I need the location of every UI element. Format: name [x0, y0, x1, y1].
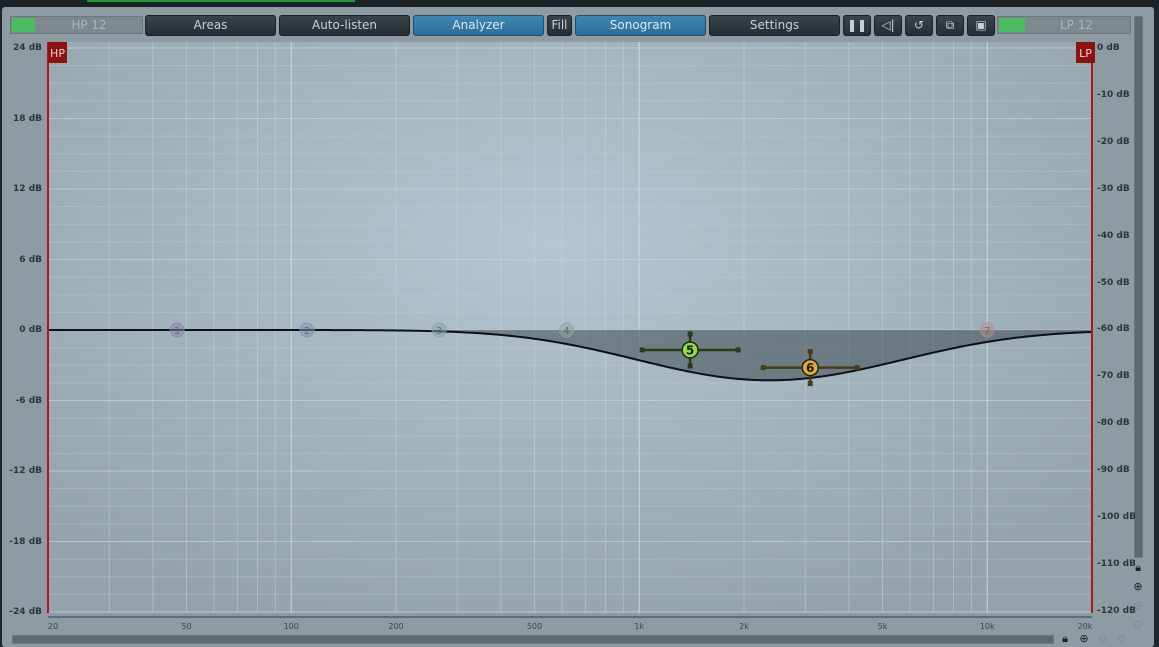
node-handle-cap: [807, 349, 813, 355]
gain-label: 18 dB: [13, 113, 42, 124]
node-handle-cap: [854, 365, 860, 371]
freq-label: 2k: [739, 622, 749, 631]
level-label: -20 dB: [1097, 136, 1130, 147]
gain-label: 12 dB: [13, 184, 42, 194]
level-label: -80 dB: [1097, 418, 1130, 429]
node-handle-cap: [807, 381, 813, 387]
gain-label: -12 dB: [9, 466, 42, 476]
lp-marker-label: LP: [1079, 47, 1092, 60]
level-label: -120 dB: [1097, 605, 1136, 616]
freq-label: 50: [181, 622, 191, 631]
zoom-reset-icon[interactable]: ⊙: [1131, 618, 1145, 631]
band-node-label: 7: [984, 326, 990, 337]
level-label: 0 dB: [1097, 43, 1120, 53]
level-label: -110 dB: [1097, 558, 1136, 569]
level-label: -50 dB: [1097, 277, 1130, 288]
zoom-in-icon[interactable]: ⊕: [1131, 580, 1145, 593]
eq-graph[interactable]: HP LP 20 50 100 200 500 1k 2k 5k 10k 20k 1 2 3 4 5 6 7: [0, 0, 1159, 647]
zoom-in-icon-h[interactable]: ⊕: [1077, 632, 1091, 645]
freq-label: 1k: [634, 622, 644, 631]
level-label: -90 dB: [1097, 465, 1130, 476]
gain-label: 6 dB: [19, 254, 42, 265]
band-node-label: 4: [563, 326, 569, 337]
freq-label: 200: [388, 622, 403, 631]
node-handle-cap: [760, 365, 766, 371]
vertical-scrollbar[interactable]: [1134, 16, 1143, 558]
freq-label: 500: [527, 622, 542, 631]
level-label: -70 dB: [1097, 371, 1130, 382]
hp-marker-label: HP: [50, 47, 65, 60]
node-handle-cap: [735, 347, 741, 353]
gain-label: -6 dB: [15, 395, 42, 406]
band-node-label: 1: [174, 326, 180, 337]
band-node-label: 3: [436, 326, 442, 337]
lock-icon-h[interactable]: 🔒︎: [1058, 632, 1072, 646]
gain-label: 0 dB: [19, 325, 42, 335]
node-handle-cap: [639, 347, 645, 353]
gain-label: 24 dB: [13, 43, 42, 53]
freq-label: 20k: [1078, 622, 1093, 631]
gain-label: -18 dB: [9, 536, 42, 547]
node-handle-cap: [687, 331, 693, 337]
zoom-reset-icon-h[interactable]: ⊙: [1115, 632, 1129, 645]
band-node-label: 2: [304, 326, 310, 337]
band-node-label: 6: [806, 361, 814, 375]
freq-label: 100: [284, 622, 299, 631]
level-label: -30 dB: [1097, 183, 1130, 194]
level-label: -40 dB: [1097, 230, 1130, 241]
zoom-out-icon-h[interactable]: ⊖: [1096, 632, 1110, 645]
freq-label: 10k: [980, 622, 995, 631]
freq-label: 5k: [878, 622, 888, 631]
level-label: -10 dB: [1097, 89, 1130, 100]
node-handle-cap: [687, 363, 693, 369]
horizontal-scrollbar[interactable]: [12, 635, 1054, 644]
level-label: -100 dB: [1097, 512, 1136, 522]
level-label: -60 dB: [1097, 324, 1130, 335]
gain-label: -24 dB: [9, 607, 42, 617]
band-node-label: 5: [686, 343, 694, 357]
freq-label: 20: [48, 622, 58, 631]
